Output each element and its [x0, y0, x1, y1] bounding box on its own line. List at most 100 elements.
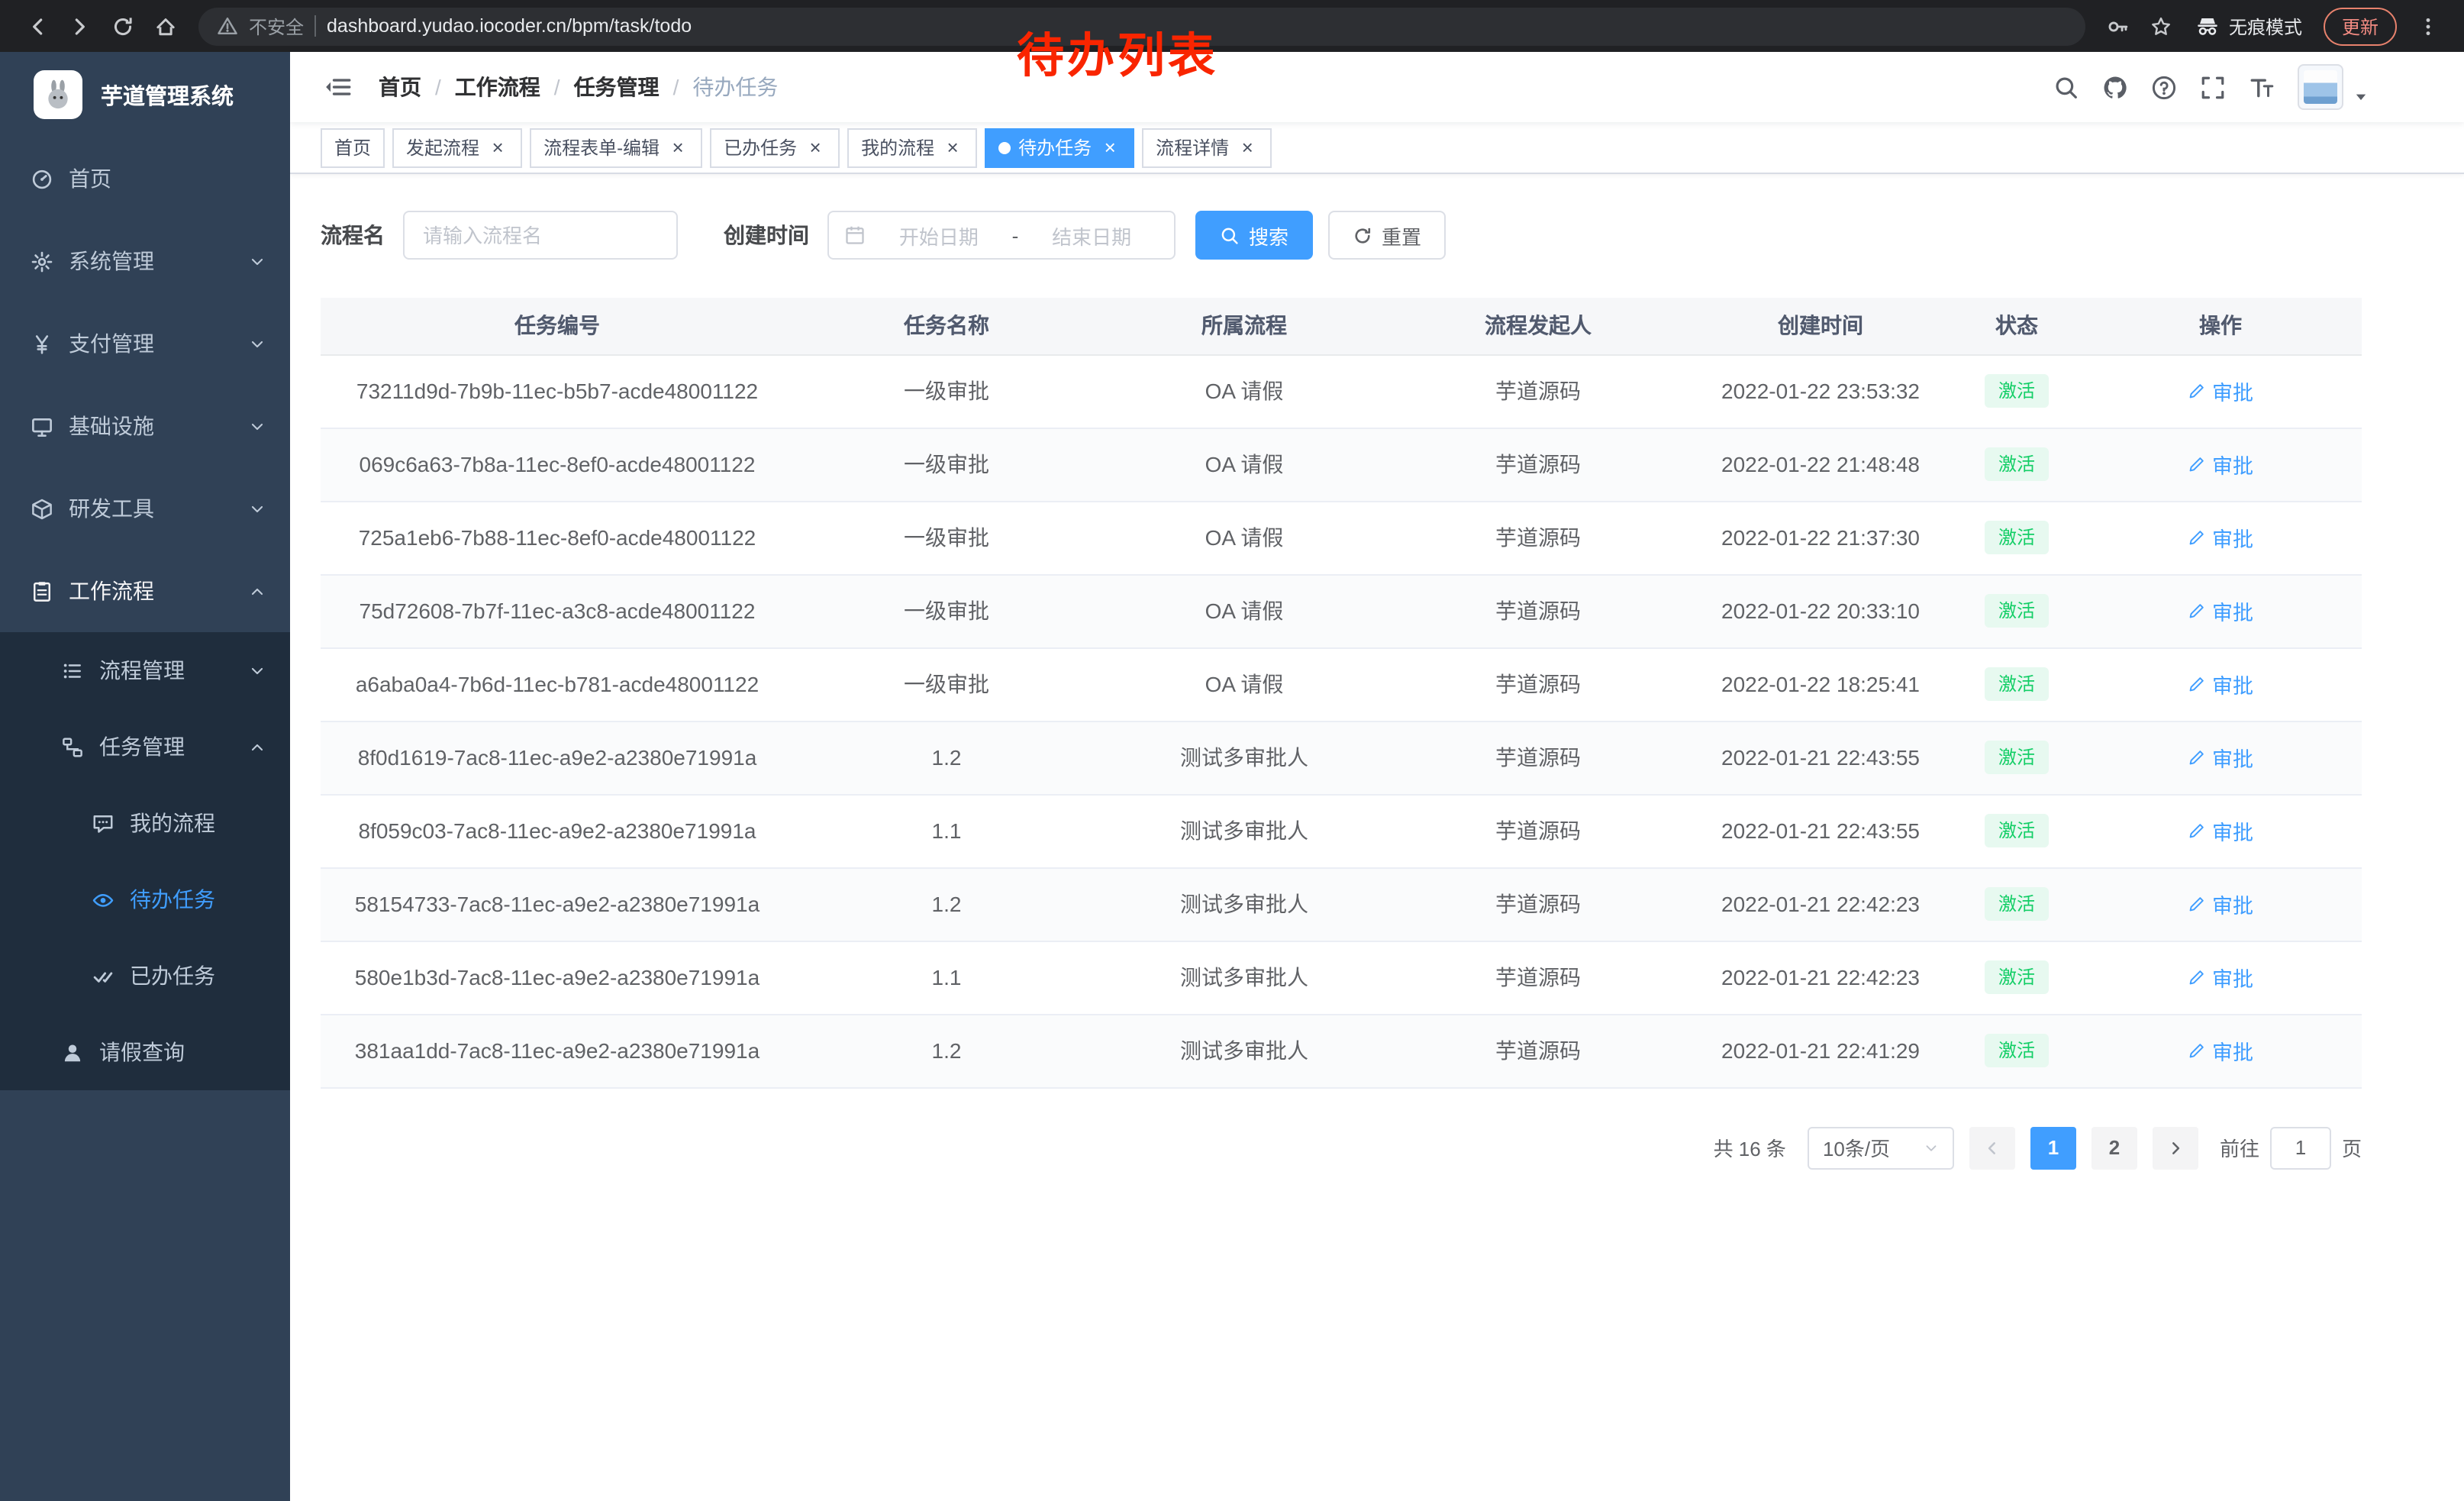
date-range-picker[interactable]: 开始日期 - 结束日期	[827, 211, 1176, 260]
pagination-goto: 前往 页	[2220, 1126, 2362, 1169]
tab-close-icon[interactable]: ×	[667, 137, 689, 158]
tab-label: 流程表单-编辑	[543, 134, 660, 160]
approve-link[interactable]: 审批	[2188, 669, 2253, 699]
sidebar-item-system[interactable]: 系统管理	[0, 220, 290, 302]
cell-action: 审批	[2079, 574, 2362, 647]
security-label: 不安全	[249, 13, 304, 39]
page-button-2[interactable]: 2	[2091, 1126, 2137, 1169]
tab-done-task[interactable]: 已办任务 ×	[710, 128, 840, 167]
start-date-placeholder: 开始日期	[872, 221, 1006, 250]
sidebar-item-task-mgmt[interactable]: 任务管理	[0, 709, 290, 785]
tab-process-detail[interactable]: 流程详情 ×	[1142, 128, 1272, 167]
reset-button[interactable]: 重置	[1328, 211, 1446, 260]
browser-update-button[interactable]: 更新	[2324, 7, 2397, 45]
fullscreen-icon[interactable]	[2188, 63, 2237, 111]
search-button[interactable]: 搜索	[1195, 211, 1313, 260]
approve-link[interactable]: 审批	[2188, 889, 2253, 919]
tab-process-form-edit[interactable]: 流程表单-编辑 ×	[530, 128, 702, 167]
cell-process: 测试多审批人	[1099, 1014, 1389, 1087]
breadcrumb-item[interactable]: 任务管理	[574, 72, 660, 102]
breadcrumb: 首页 / 工作流程 / 任务管理 / 待办任务	[379, 72, 778, 102]
tab-close-icon[interactable]: ×	[1099, 137, 1121, 158]
search-icon[interactable]	[2041, 63, 2090, 111]
bookmark-star-icon[interactable]	[2140, 5, 2183, 47]
breadcrumb-item[interactable]: 工作流程	[455, 72, 540, 102]
approve-link[interactable]: 审批	[2188, 815, 2253, 846]
goto-page-input[interactable]	[2270, 1126, 2331, 1169]
browser-forward-button[interactable]	[58, 5, 101, 47]
approve-link[interactable]: 审批	[2188, 962, 2253, 993]
sidebar-item-todo-task[interactable]: 待办任务	[0, 861, 290, 938]
tab-close-icon[interactable]: ×	[805, 137, 826, 158]
page-size-select[interactable]: 10条/页	[1808, 1126, 1954, 1169]
browser-back-button[interactable]	[15, 5, 58, 47]
app-logo[interactable]: 芋道管理系统	[0, 52, 290, 137]
password-key-icon[interactable]	[2098, 5, 2140, 47]
cell-task-id: 580e1b3d-7ac8-11ec-a9e2-a2380e71991a	[321, 941, 794, 1014]
tab-label: 已办任务	[724, 134, 797, 160]
cell-initiator: 芋道源码	[1389, 574, 1687, 647]
approve-link[interactable]: 审批	[2188, 449, 2253, 479]
sidebar-collapse-button[interactable]	[314, 73, 360, 101]
table-header-row: 任务编号 任务名称 所属流程 流程发起人 创建时间 状态 操作	[321, 298, 2362, 354]
sidebar-item-process-mgmt[interactable]: 流程管理	[0, 632, 290, 709]
sidebar-item-home[interactable]: 首页	[0, 137, 290, 220]
sidebar-item-payment[interactable]: 支付管理	[0, 302, 290, 385]
pagination: 共 16 条 10条/页 1 2 前往 页	[321, 1126, 2362, 1169]
sidebar-item-done-task[interactable]: 已办任务	[0, 938, 290, 1014]
approve-link[interactable]: 审批	[2188, 1035, 2253, 1066]
breadcrumb-item[interactable]: 首页	[379, 72, 421, 102]
status-badge: 激活	[1985, 960, 2049, 994]
process-name-input[interactable]	[403, 211, 678, 260]
browser-address-bar[interactable]: 不安全 dashboard.yudao.iocoder.cn/bpm/task/…	[198, 7, 2085, 45]
avatar[interactable]	[2298, 64, 2343, 110]
edit-icon	[2188, 1041, 2206, 1060]
cell-status: 激活	[1954, 354, 2079, 428]
logo-image	[34, 70, 82, 119]
sidebar-item-workflow[interactable]: 工作流程	[0, 550, 290, 632]
approve-link[interactable]: 审批	[2188, 742, 2253, 773]
filter-bar: 流程名 创建时间 开始日期 - 结束日期 搜索 重置	[321, 211, 2362, 260]
approve-link[interactable]: 审批	[2188, 596, 2253, 626]
caret-down-icon[interactable]	[2353, 88, 2369, 105]
sidebar-item-devtools[interactable]: 研发工具	[0, 467, 290, 550]
page-content: 流程名 创建时间 开始日期 - 结束日期 搜索 重置	[290, 174, 2464, 1501]
cell-task-name: 1.2	[794, 867, 1099, 941]
col-task-id: 任务编号	[321, 298, 794, 354]
page-button-1[interactable]: 1	[2030, 1126, 2076, 1169]
cell-action: 审批	[2079, 867, 2362, 941]
next-page-button[interactable]	[2153, 1126, 2198, 1169]
tab-home[interactable]: 首页	[321, 128, 385, 167]
approve-link[interactable]: 审批	[2188, 522, 2253, 553]
sidebar-item-my-process[interactable]: 我的流程	[0, 785, 290, 861]
monitor-icon	[31, 415, 53, 437]
cell-initiator: 芋道源码	[1389, 647, 1687, 721]
cell-task-id: 73211d9d-7b9b-11ec-b5b7-acde48001122	[321, 354, 794, 428]
browser-refresh-button[interactable]	[101, 5, 144, 47]
sidebar-item-label: 系统管理	[69, 246, 154, 276]
tab-my-process[interactable]: 我的流程 ×	[847, 128, 977, 167]
tab-close-icon[interactable]: ×	[1237, 137, 1258, 158]
tab-todo-task[interactable]: 待办任务 ×	[985, 128, 1134, 167]
tab-start-process[interactable]: 发起流程 ×	[392, 128, 522, 167]
table-row: 069c6a63-7b8a-11ec-8ef0-acde48001122 一级审…	[321, 428, 2362, 501]
browser-home-button[interactable]	[144, 5, 186, 47]
font-size-icon[interactable]	[2237, 63, 2285, 111]
sidebar-item-infra[interactable]: 基础设施	[0, 385, 290, 467]
tab-close-icon[interactable]: ×	[942, 137, 963, 158]
cell-process: 测试多审批人	[1099, 794, 1389, 867]
cell-created: 2022-01-21 22:42:23	[1687, 867, 1954, 941]
approve-link[interactable]: 审批	[2188, 376, 2253, 406]
cell-status: 激活	[1954, 428, 2079, 501]
end-date-placeholder: 结束日期	[1024, 221, 1159, 250]
help-icon[interactable]	[2139, 63, 2188, 111]
sidebar-item-leave-query[interactable]: 请假查询	[0, 1014, 290, 1090]
cell-task-id: 725a1eb6-7b88-11ec-8ef0-acde48001122	[321, 501, 794, 574]
browser-menu-button[interactable]	[2406, 5, 2449, 47]
table-row: 580e1b3d-7ac8-11ec-a9e2-a2380e71991a 1.1…	[321, 941, 2362, 1014]
tab-close-icon[interactable]: ×	[487, 137, 508, 158]
chevron-up-icon	[249, 738, 266, 755]
prev-page-button[interactable]	[1969, 1126, 2015, 1169]
github-icon[interactable]	[2090, 63, 2139, 111]
col-initiator: 流程发起人	[1389, 298, 1687, 354]
